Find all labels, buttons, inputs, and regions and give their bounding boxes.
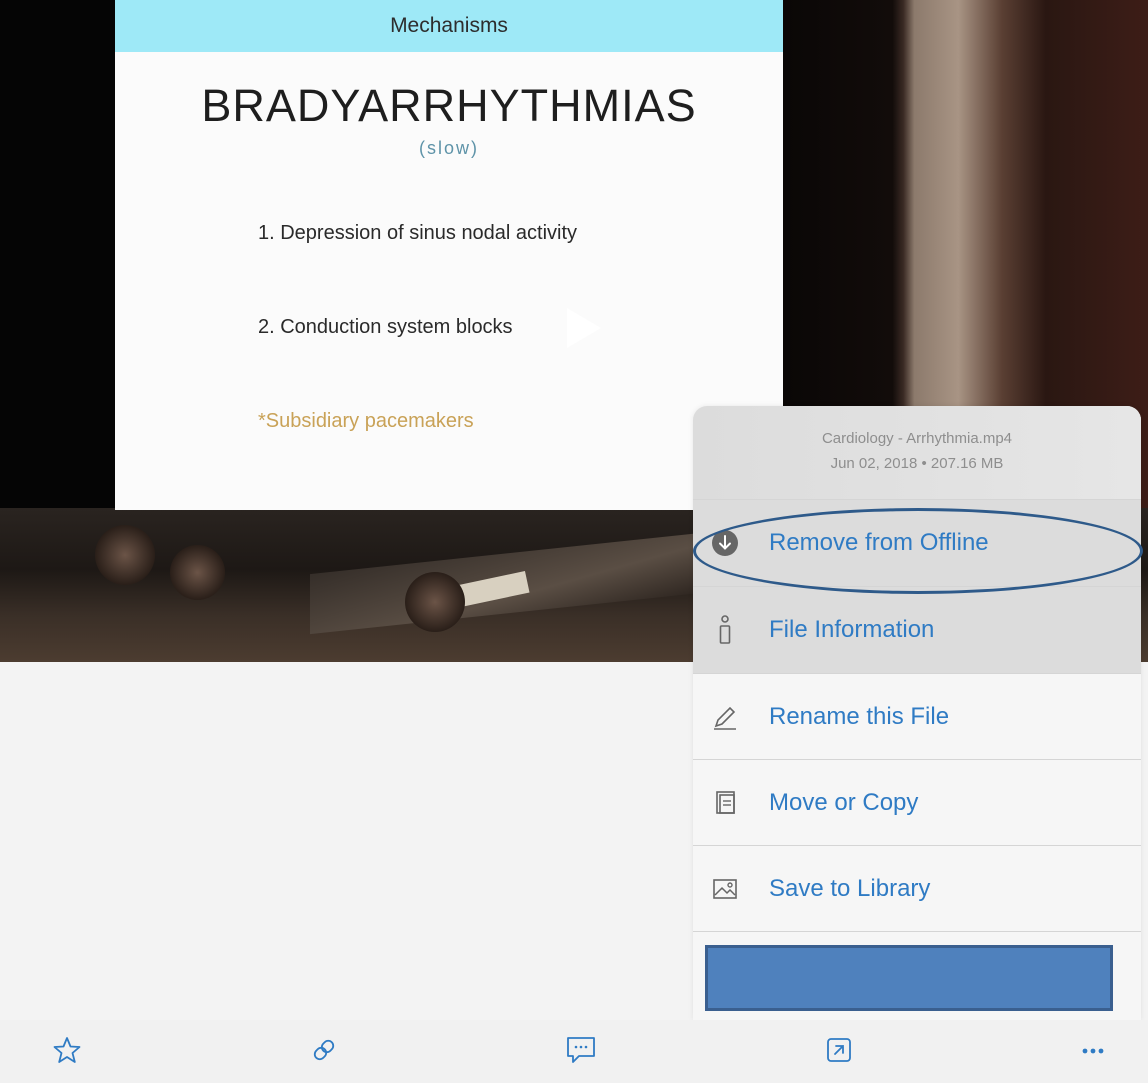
slide-subtitle: (slow) — [419, 138, 479, 158]
rename-file-button[interactable]: Rename this File — [693, 673, 1141, 760]
open-in-button[interactable] — [819, 1030, 859, 1070]
audience-person — [95, 525, 155, 585]
info-icon — [711, 615, 739, 644]
bottom-toolbar — [0, 1020, 1148, 1083]
presentation-slide: Mechanisms BRADYARRHYTHMIAS (slow) 1. De… — [115, 0, 783, 510]
rename-file-label: Rename this File — [769, 703, 950, 730]
sheet-header: Cardiology - Arrhythmia.mp4 Jun 02, 2018… — [693, 406, 1141, 499]
more-icon — [1082, 1048, 1104, 1054]
save-to-library-label: Save to Library — [769, 875, 931, 902]
favorite-button[interactable] — [47, 1030, 87, 1070]
audience-person — [405, 572, 465, 632]
more-button[interactable] — [1073, 1030, 1113, 1070]
share-link-button[interactable] — [304, 1030, 344, 1070]
pencil-icon — [711, 703, 739, 731]
audience-person — [170, 545, 225, 600]
slide-header: Mechanisms — [115, 0, 783, 52]
image-icon — [711, 875, 739, 903]
annotation-ellipse — [693, 508, 1143, 594]
copy-icon — [711, 789, 739, 817]
file-information-label: File Information — [769, 616, 935, 643]
open-external-icon — [827, 1038, 851, 1062]
room-background-left — [0, 0, 118, 510]
play-triangle-icon[interactable] — [565, 306, 603, 350]
link-icon — [313, 1039, 335, 1061]
annotation-cover-box — [705, 945, 1113, 1011]
file-information-button[interactable]: File Information — [693, 586, 1141, 673]
save-to-library-button[interactable]: Save to Library — [693, 845, 1141, 932]
comments-button[interactable] — [561, 1030, 601, 1070]
action-sheet: Cardiology - Arrhythmia.mp4 Jun 02, 2018… — [693, 406, 1141, 1020]
file-meta: Jun 02, 2018 • 207.16 MB — [830, 455, 1004, 472]
file-name: Cardiology - Arrhythmia.mp4 — [821, 430, 1013, 447]
slide-item: 1. Depression of sinus nodal activity — [258, 222, 578, 244]
move-or-copy-button[interactable]: Move or Copy — [693, 759, 1141, 846]
slide-note: *Subsidiary pacemakers — [258, 410, 474, 432]
move-or-copy-label: Move or Copy — [769, 789, 919, 816]
star-icon — [53, 1037, 81, 1063]
slide-title: BRADYARRHYTHMIAS — [201, 80, 697, 131]
slide-item: 2. Conduction system blocks — [258, 316, 513, 338]
comment-icon — [567, 1037, 595, 1063]
